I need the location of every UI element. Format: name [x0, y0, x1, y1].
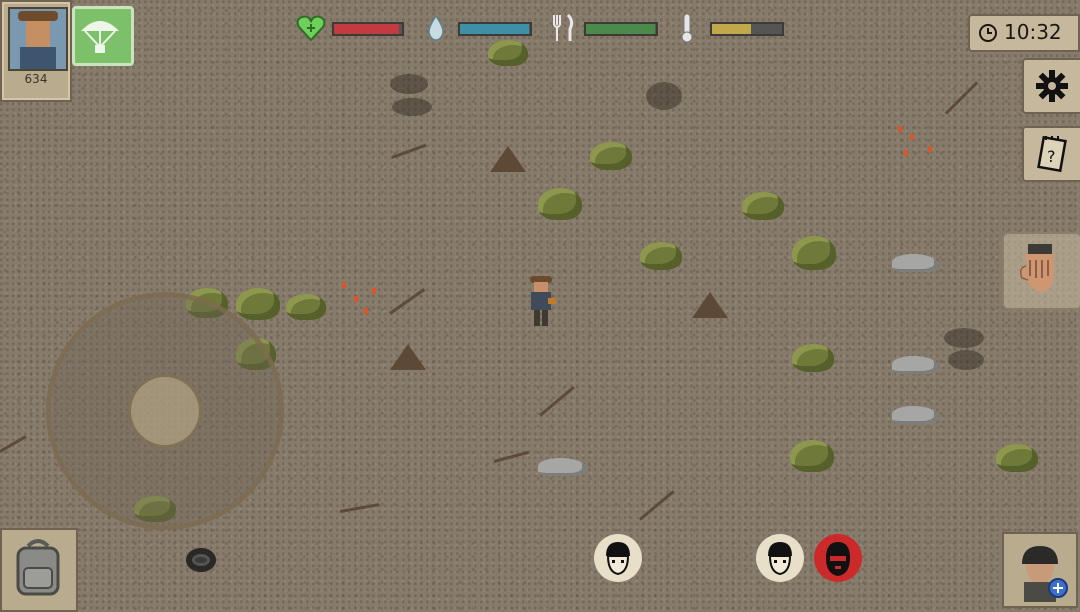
wild-flower	[928, 146, 932, 152]
player-count: 634	[24, 72, 48, 86]
dead-branch	[944, 81, 979, 115]
bush	[792, 236, 836, 270]
bush	[538, 188, 582, 220]
bush	[236, 288, 280, 320]
settings-button[interactable]	[1022, 58, 1080, 114]
dead-branch	[389, 288, 426, 315]
rock	[892, 356, 938, 374]
wild-flower	[910, 134, 914, 140]
masked-face-icon	[826, 542, 850, 576]
tire	[186, 548, 216, 572]
clock-time: 10:32	[1004, 20, 1062, 44]
health-bar-fill	[334, 24, 399, 34]
rock	[892, 406, 938, 424]
svg-text:?: ?	[1047, 147, 1056, 166]
nearby-player-hostile[interactable]	[814, 534, 862, 582]
dead-branch	[0, 435, 27, 453]
food-bar-fill	[586, 24, 655, 34]
dirt-patch	[392, 98, 432, 116]
player-face-icon	[606, 542, 630, 576]
wild-flower	[904, 150, 908, 156]
journal-icon: ?	[1037, 135, 1067, 173]
bush	[590, 142, 632, 170]
wild-flower	[898, 126, 902, 132]
dead-branch	[391, 143, 427, 159]
wild-flower	[342, 282, 346, 288]
tree-stump	[692, 292, 728, 318]
temperature-bar-fill	[712, 24, 751, 34]
heart-icon	[296, 15, 326, 42]
dirt-patch	[948, 350, 984, 370]
food-stat	[550, 13, 660, 41]
wild-flower	[364, 308, 368, 314]
backpack-icon	[16, 539, 60, 596]
wild-flower	[372, 288, 376, 294]
game-clock: 10:32	[968, 14, 1080, 52]
tree-stump	[390, 344, 426, 370]
dead-branch	[339, 503, 380, 513]
bush	[792, 344, 834, 372]
dead-branch	[539, 386, 575, 417]
temperature-stat	[678, 13, 788, 43]
bush	[790, 440, 834, 472]
parachute-icon	[81, 21, 119, 53]
player-face-icon	[768, 542, 792, 576]
dead-branch	[639, 490, 675, 521]
dirt-patch	[944, 328, 984, 348]
player-avatar-panel[interactable]: 634	[0, 0, 72, 102]
water-stat	[426, 14, 536, 41]
thermometer-icon	[681, 13, 693, 43]
character-switch-button[interactable]	[1002, 532, 1078, 608]
bush	[640, 242, 682, 270]
gear-icon	[1036, 70, 1068, 102]
rock	[538, 458, 586, 476]
dirt-patch	[390, 74, 428, 94]
inventory-button[interactable]	[0, 528, 78, 612]
bush	[286, 294, 326, 320]
nearby-player-neutral[interactable]	[756, 534, 804, 582]
avatar	[8, 7, 68, 71]
clock-icon	[979, 24, 997, 42]
bush	[742, 192, 784, 220]
hand-icon	[1019, 244, 1054, 292]
tree-stump	[490, 146, 526, 172]
dirt-patch	[646, 82, 682, 110]
dead-branch	[493, 450, 530, 463]
nearby-player-neutral[interactable]	[594, 534, 642, 582]
water-drop-icon	[428, 14, 444, 41]
bush	[996, 444, 1038, 472]
health-stat	[296, 15, 408, 42]
character-portrait-icon	[1022, 546, 1068, 602]
airdrop-button[interactable]	[72, 6, 134, 66]
wild-flower	[354, 296, 358, 302]
fork-knife-icon	[553, 13, 574, 41]
player-character	[526, 276, 556, 328]
joystick-knob[interactable]	[128, 374, 202, 448]
bush	[488, 40, 528, 66]
rock	[892, 254, 938, 272]
journal-button[interactable]: ?	[1022, 126, 1080, 182]
water-bar-fill	[460, 24, 529, 34]
interact-button[interactable]	[1002, 232, 1080, 310]
